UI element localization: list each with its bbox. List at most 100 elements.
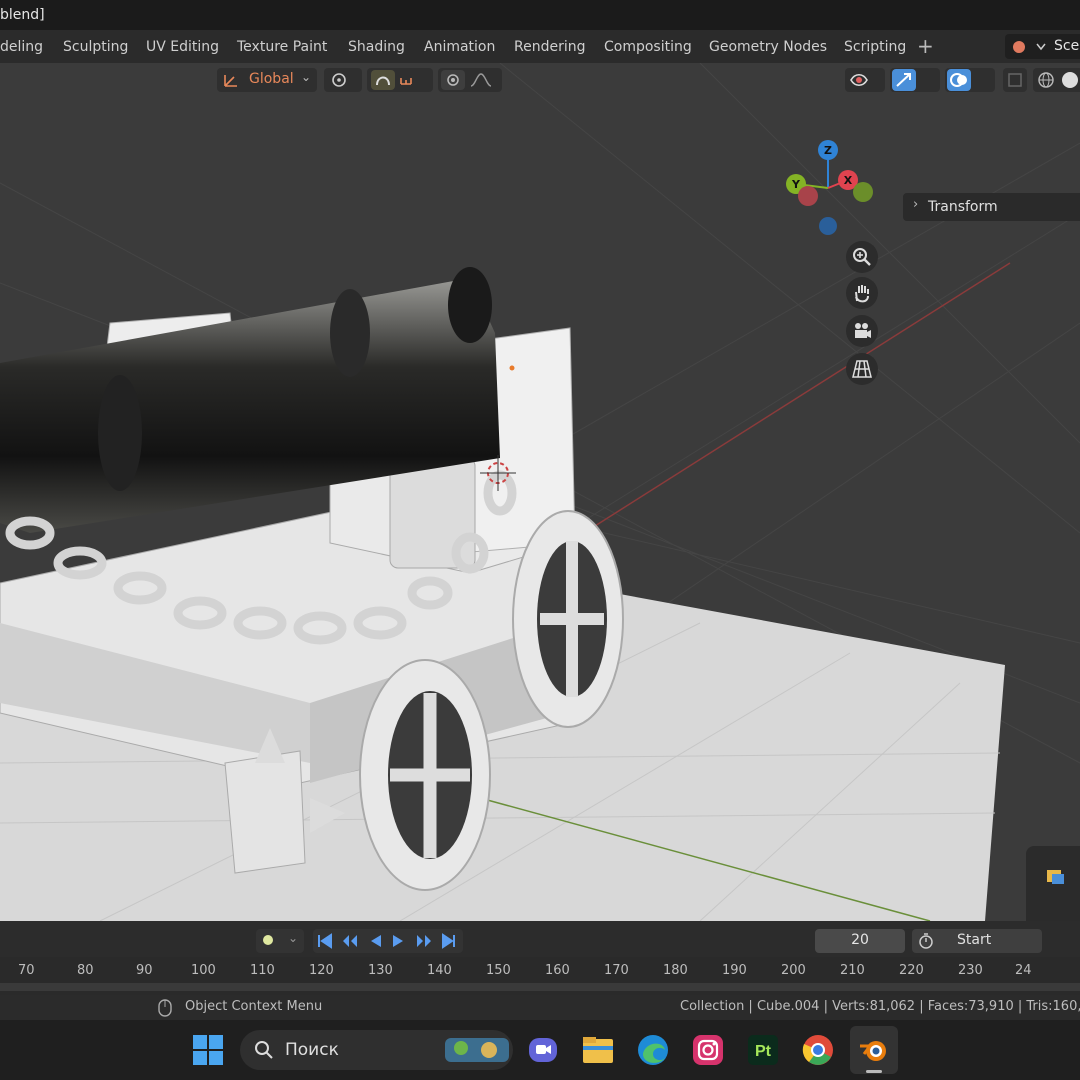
scene-icon — [1013, 41, 1046, 53]
playback-buttons[interactable] — [313, 929, 463, 953]
pivot-dropdown[interactable] — [324, 68, 362, 92]
xray-icon — [1008, 73, 1022, 87]
ruler-tick: 220 — [899, 963, 924, 978]
cannon-wheel-back — [512, 510, 624, 728]
chevron-down-icon: ⌄ — [301, 70, 312, 84]
camera-view-icon — [855, 323, 871, 338]
tab-modeling[interactable]: deling — [0, 30, 43, 63]
timeline-scrollbar[interactable] — [0, 983, 1080, 991]
status-bar: Object Context Menu Collection | Cube.00… — [0, 995, 1080, 1020]
grid-perspective-icon — [852, 360, 872, 378]
ruler-tick: 180 — [663, 963, 688, 978]
3d-viewport[interactable]: Global ⌄ › Transform Z Y X — [0, 63, 1080, 921]
transform-orientation-icon — [224, 75, 237, 87]
tab-scripting[interactable]: Scripting — [844, 30, 906, 63]
zoom-button[interactable] — [846, 241, 878, 273]
tab-uv-editing[interactable]: UV Editing — [146, 30, 219, 63]
viewport-scene — [0, 63, 1080, 921]
wireframe-icon — [1038, 72, 1078, 88]
proportional-edit-toggle[interactable] — [438, 68, 502, 92]
transform-label: Transform — [928, 199, 998, 215]
xray-toggle[interactable] — [1003, 68, 1027, 92]
scene-name: Scen — [1054, 38, 1080, 54]
chat-icon[interactable] — [525, 1032, 561, 1068]
search-icon — [255, 1041, 273, 1059]
start-frame-field[interactable]: Start — [912, 929, 1042, 953]
playback-controls: ⌄ 20 Start — [0, 921, 1080, 957]
ruler-tick: 210 — [840, 963, 865, 978]
current-frame-field[interactable]: 20 — [815, 929, 905, 953]
overlay-toggle[interactable] — [945, 68, 995, 92]
taskbar-search[interactable]: Поиск — [240, 1030, 513, 1070]
file-explorer-icon[interactable] — [580, 1032, 616, 1068]
pt-icon[interactable]: Pt — [745, 1032, 781, 1068]
svg-text:Pt: Pt — [755, 1043, 772, 1060]
cannon-wheel-front — [359, 659, 491, 891]
ruler-tick: 120 — [309, 963, 334, 978]
weather-notification[interactable] — [1026, 846, 1080, 921]
visibility-icon — [850, 73, 868, 87]
timeline-panel: ⌄ 20 Start 70 80 90 100 110 120 130 140 … — [0, 921, 1080, 995]
search-highlight-icon — [445, 1038, 509, 1062]
hand-pan-icon — [855, 285, 869, 303]
context-menu-hint: Object Context Menu — [185, 999, 323, 1014]
x-label: X — [844, 174, 853, 187]
gizmo-icon — [892, 69, 916, 91]
tab-shading[interactable]: Shading — [348, 30, 405, 63]
edge-icon[interactable] — [635, 1032, 671, 1068]
ruler-tick: 110 — [250, 963, 275, 978]
tab-compositing[interactable]: Compositing — [604, 30, 692, 63]
ruler-tick: 160 — [545, 963, 570, 978]
gizmo-toggle[interactable] — [890, 68, 940, 92]
ruler-tick: 100 — [191, 963, 216, 978]
tab-rendering[interactable]: Rendering — [514, 30, 586, 63]
mouse-right-icon — [158, 999, 172, 1017]
keying-dropdown[interactable]: ⌄ — [256, 929, 304, 953]
current-frame-value: 20 — [851, 932, 869, 948]
record-icon — [263, 935, 273, 945]
chrome-icon[interactable] — [800, 1032, 836, 1068]
snap-toggle[interactable] — [367, 68, 433, 92]
ruler-tick: 80 — [77, 963, 94, 978]
transform-panel[interactable]: › Transform — [903, 193, 1080, 221]
camera-view-button[interactable] — [846, 315, 878, 347]
instagram-icon[interactable] — [690, 1032, 726, 1068]
stopwatch-icon — [919, 933, 933, 949]
perspective-toggle-button[interactable] — [846, 353, 878, 385]
ruler-tick: 230 — [958, 963, 983, 978]
tab-sculpting[interactable]: Sculpting — [63, 30, 128, 63]
scene-selector[interactable]: Scen — [1005, 34, 1080, 59]
blender-taskbar-button[interactable] — [850, 1026, 898, 1074]
tab-texture-paint[interactable]: Texture Paint — [237, 30, 327, 63]
shading-mode-buttons[interactable] — [1033, 68, 1080, 92]
add-workspace-icon[interactable]: + — [917, 30, 934, 63]
ruler-tick: 200 — [781, 963, 806, 978]
folder-icon — [1047, 870, 1064, 884]
transform-orientation-dropdown[interactable]: Global ⌄ — [217, 68, 317, 92]
ruler-tick: 150 — [486, 963, 511, 978]
pan-button[interactable] — [846, 277, 878, 309]
tab-geometry-nodes[interactable]: Geometry Nodes — [709, 30, 827, 63]
orientation-label: Global — [249, 71, 294, 87]
windows-taskbar: Поиск Pt — [0, 1020, 1080, 1080]
navigation-gizmo[interactable]: Z Y X — [780, 138, 880, 238]
z-label: Z — [824, 144, 832, 157]
search-label: Поиск — [285, 1040, 339, 1060]
start-label: Start — [957, 932, 992, 948]
proportional-edit-icon — [441, 70, 492, 90]
chevron-right-icon: › — [913, 197, 919, 212]
frame-ruler[interactable]: 70 80 90 100 110 120 130 140 150 160 170… — [0, 957, 1080, 995]
windows-start-icon[interactable] — [190, 1032, 226, 1068]
ruler-tick: 24 — [1015, 963, 1032, 978]
tab-animation[interactable]: Animation — [424, 30, 495, 63]
zoom-icon — [853, 248, 871, 266]
ruler-tick: 140 — [427, 963, 452, 978]
scene-statistics: Collection | Cube.004 | Verts:81,062 | F… — [680, 999, 1080, 1014]
workspace-tabs: deling Sculpting UV Editing Texture Pain… — [0, 30, 1080, 63]
ruler-tick: 170 — [604, 963, 629, 978]
y-label: Y — [791, 178, 801, 191]
object-origin — [509, 365, 515, 371]
visibility-dropdown[interactable] — [845, 68, 885, 92]
pivot-icon — [332, 73, 346, 87]
blender-icon — [860, 1041, 886, 1061]
